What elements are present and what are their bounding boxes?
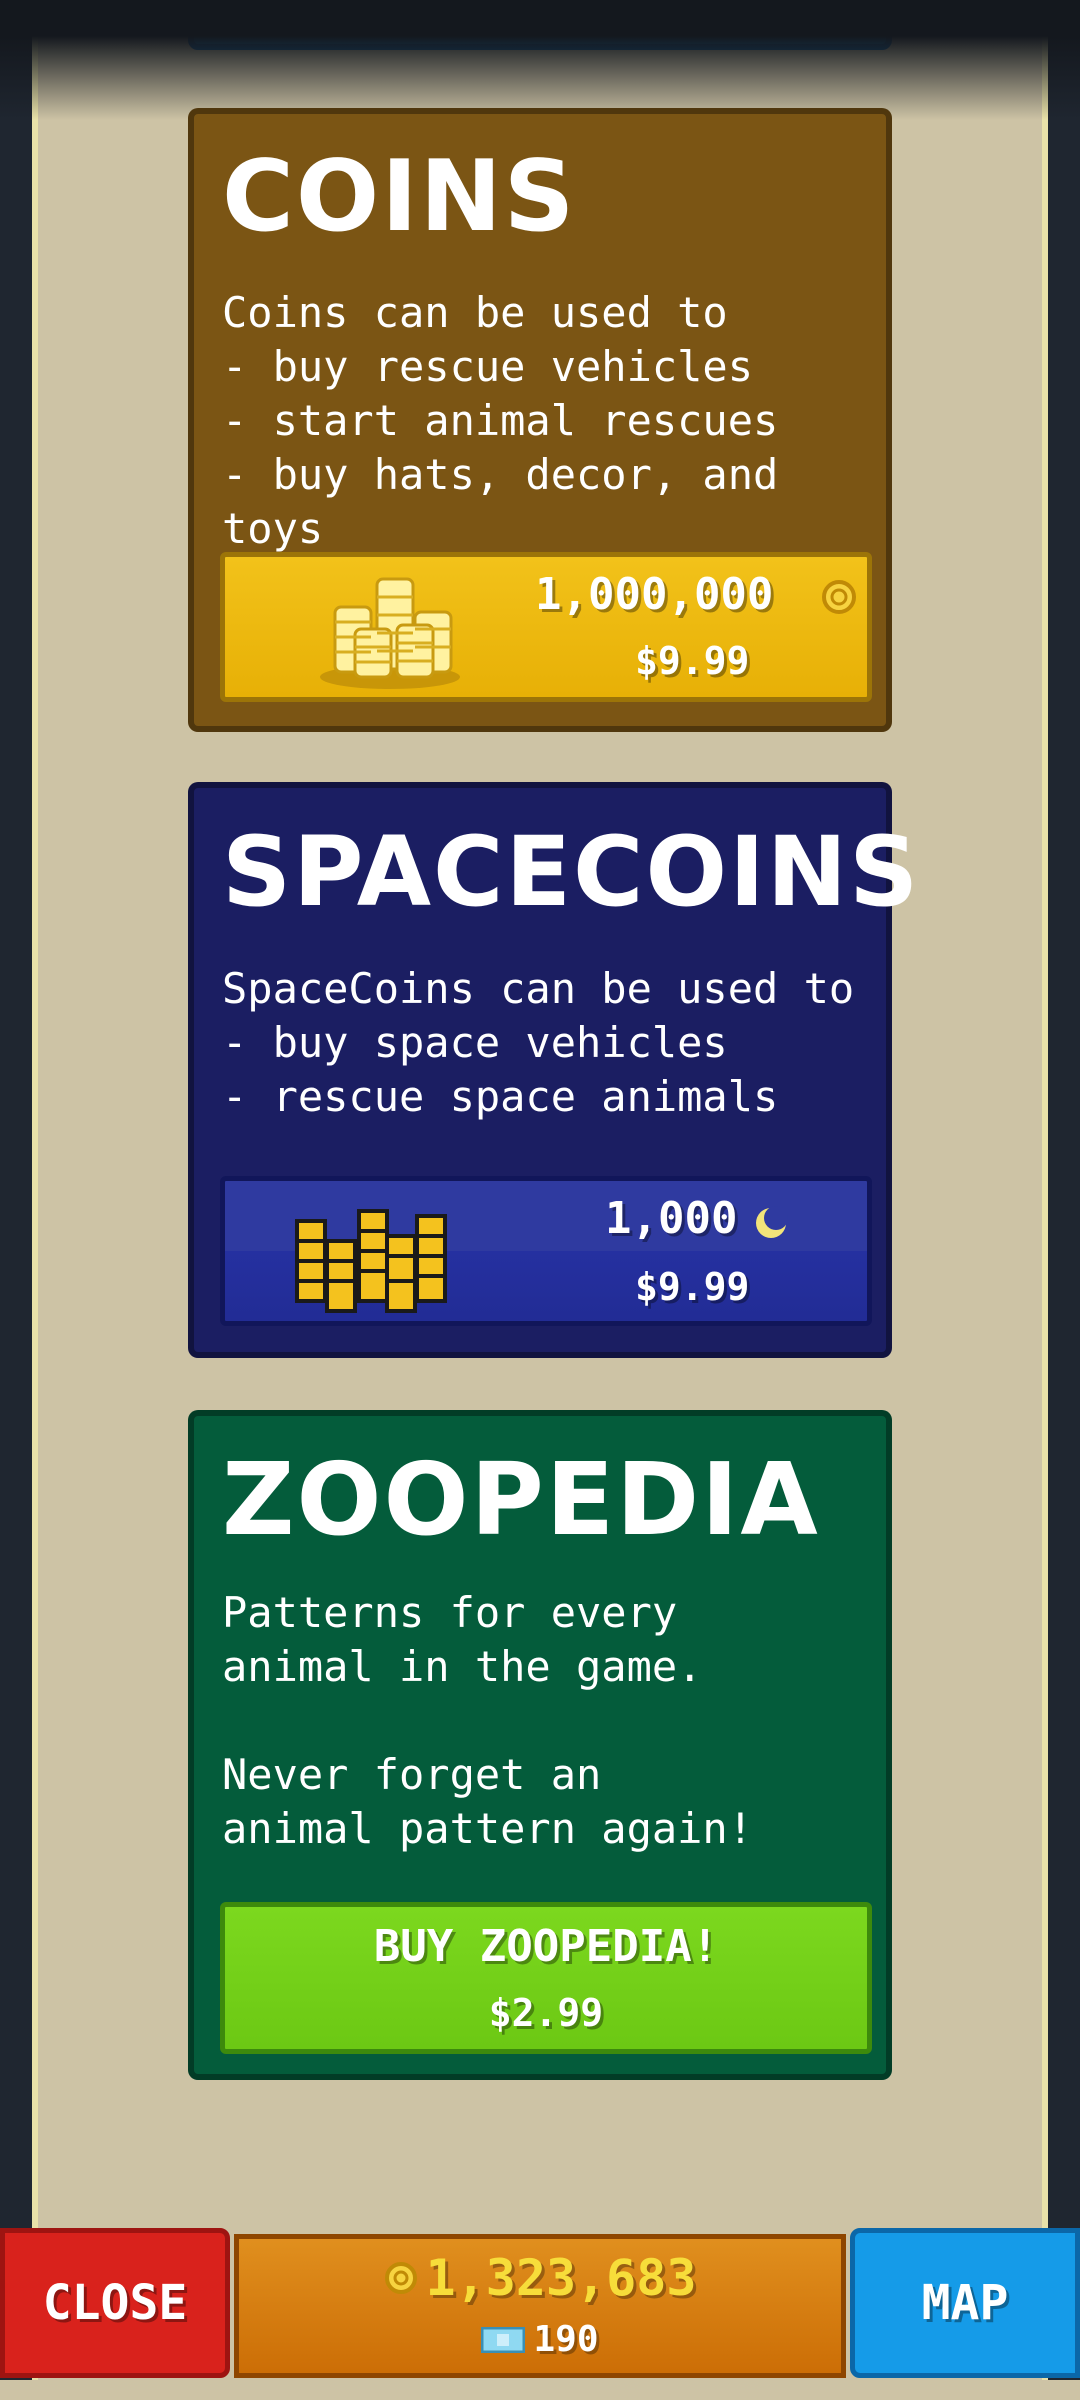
coins-amount: 1,000,000 <box>535 569 774 620</box>
zoopedia-title: ZOOPEDIA <box>222 1441 820 1558</box>
coins-price: $9.99 <box>635 639 750 683</box>
cash-icon <box>481 2326 526 2353</box>
gold-coin-icon <box>384 2262 417 2294</box>
spacecoins-card: SPACECOINS SpaceCoins can be used to - b… <box>188 782 918 1358</box>
zoopedia-card: ZOOPEDIA Patterns for every animal in th… <box>188 1410 892 2080</box>
zoopedia-price: $2.99 <box>488 1991 604 2035</box>
spacecoins-description: SpaceCoins can be used to - buy space ve… <box>222 964 855 1121</box>
zoopedia-description: Patterns for every animal in the game. N… <box>222 1588 754 1853</box>
bottom-strip <box>0 2380 1080 2400</box>
bottom-bar: CLOSE 1,323,683 190 MAP <box>0 2228 1080 2400</box>
coin-pile-icon <box>320 577 460 689</box>
coins-title: COINS <box>222 140 577 254</box>
coins-card: COINS Coins can be used to - buy rescue … <box>188 108 892 732</box>
spacecoins-amount: 1,000 <box>605 1193 738 1244</box>
coins-balance: 1,323,683 <box>425 2249 697 2307</box>
buy-zoopedia-button[interactable]: BUY ZOOPEDIA! $2.99 <box>220 1902 872 2054</box>
gold-coin-icon <box>822 580 856 614</box>
close-label: CLOSE <box>42 2275 188 2331</box>
spacecoins-title: SPACECOINS <box>222 816 921 928</box>
currency-balance: 1,323,683 190 <box>234 2234 846 2378</box>
coins-description: Coins can be used to - buy rescue vehicl… <box>222 288 779 553</box>
map-button[interactable]: MAP <box>850 2228 1080 2378</box>
spacecoin-pile-icon <box>295 1209 447 1313</box>
close-button[interactable]: CLOSE <box>0 2228 230 2378</box>
buy-spacecoins-button[interactable]: 1,000 $9.99 <box>220 1176 872 1326</box>
top-shadow <box>0 0 1080 120</box>
cash-balance: 190 <box>533 2319 599 2360</box>
spacecoins-price: $9.99 <box>635 1265 750 1309</box>
map-label: MAP <box>921 2275 1009 2331</box>
spacecoin-icon <box>756 1206 788 1238</box>
buy-coins-button[interactable]: 1,000,000 $9.99 <box>220 552 872 702</box>
buy-zoopedia-label: BUY ZOOPEDIA! <box>373 1921 719 1972</box>
